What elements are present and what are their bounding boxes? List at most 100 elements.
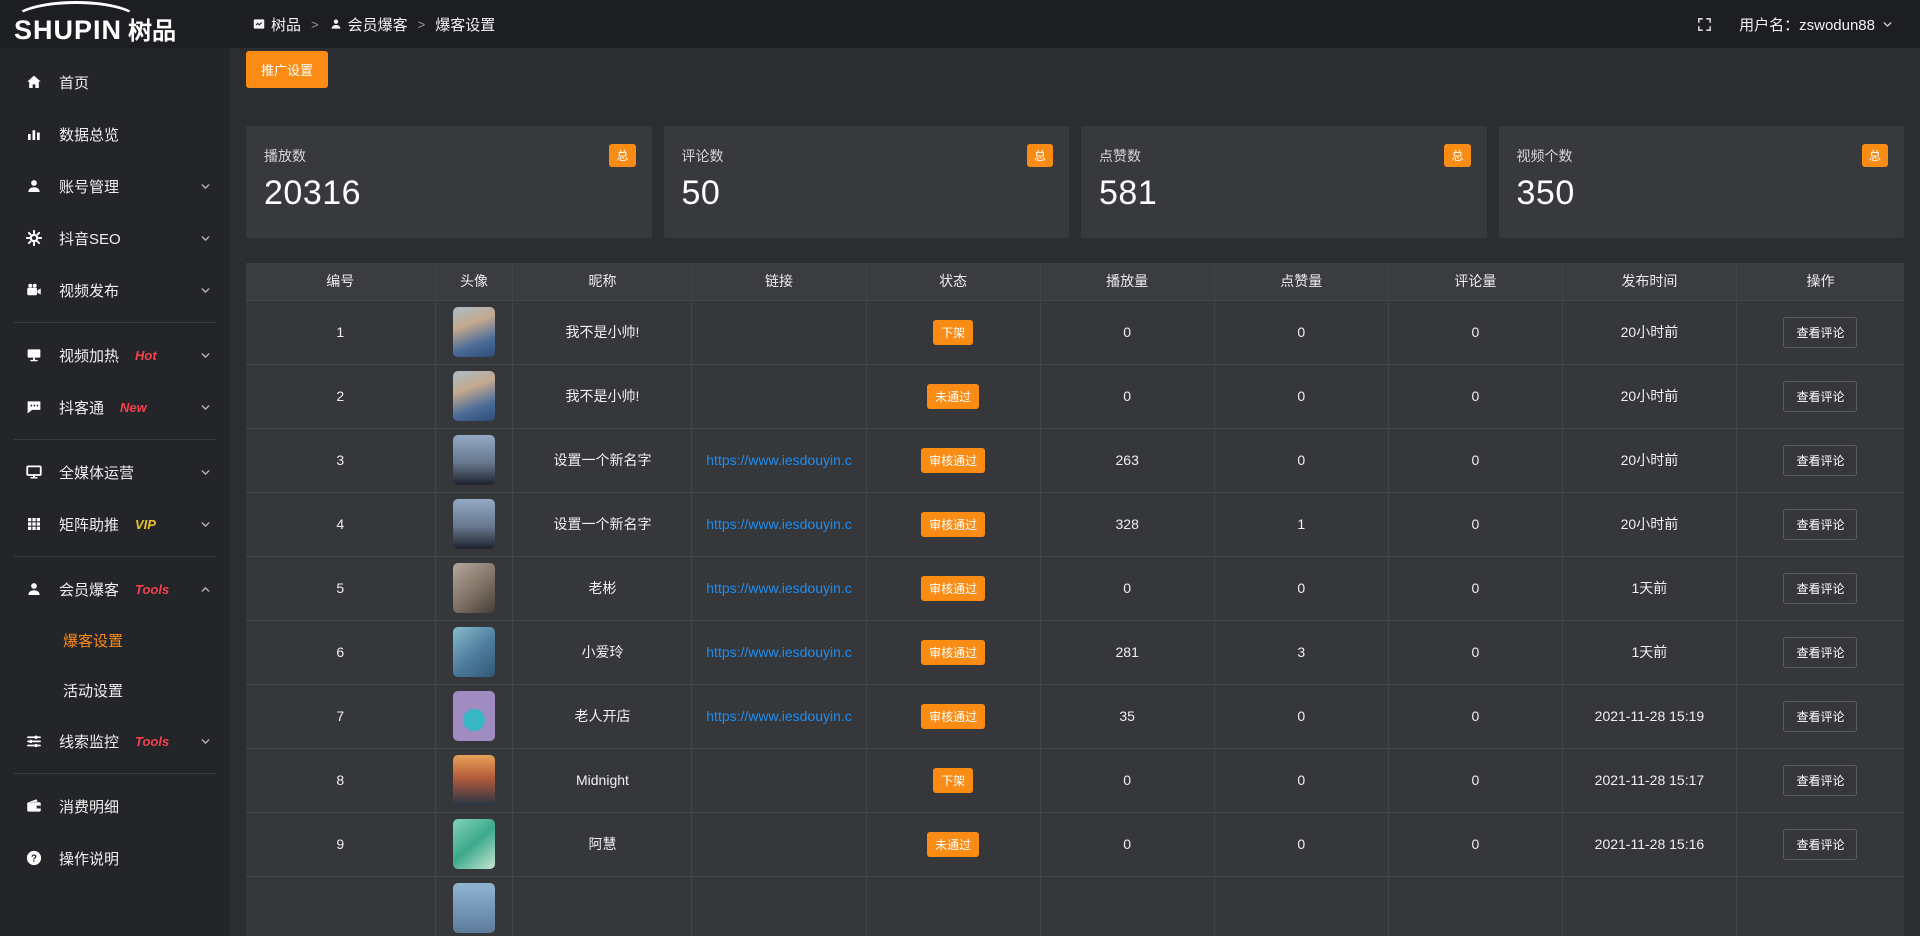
sidebar-item-会员爆客[interactable]: 会员爆客Tools	[0, 563, 230, 615]
video-link[interactable]: https://www.iesdouyin.c	[706, 516, 852, 532]
chevron-down-icon	[199, 518, 212, 531]
status-badge: 下架	[933, 768, 973, 793]
cell-nickname: 我不是小帅!	[513, 364, 692, 428]
cell-comments: 0	[1388, 748, 1562, 812]
sidebar-item-首页[interactable]: 首页	[0, 56, 230, 108]
cell-time: 2021-11-28 15:16	[1562, 812, 1736, 876]
cell-action: 查看评论	[1736, 556, 1904, 620]
sidebar-item-视频发布[interactable]: 视频发布	[0, 264, 230, 316]
sidebar-divider	[14, 439, 216, 440]
status-badge: 审核通过	[921, 448, 985, 473]
stats-row: 播放数总20316评论数总50点赞数总581视频个数总350	[246, 126, 1904, 238]
breadcrumb-item[interactable]: 会员爆客	[329, 14, 408, 35]
cell-id: 8	[246, 748, 435, 812]
promo-settings-button[interactable]: 推广设置	[246, 51, 328, 88]
member-icon	[24, 580, 44, 598]
fullscreen-icon[interactable]	[1696, 16, 1713, 33]
cell-comments: 0	[1388, 364, 1562, 428]
video-camera-icon	[24, 281, 44, 299]
sidebar-divider	[14, 322, 216, 323]
stat-card-视频个数: 视频个数总350	[1499, 126, 1905, 238]
view-comments-button[interactable]: 查看评论	[1783, 829, 1857, 860]
video-link[interactable]: https://www.iesdouyin.c	[706, 580, 852, 596]
sidebar-item-视频加热[interactable]: 视频加热Hot	[0, 329, 230, 381]
cell-id: 5	[246, 556, 435, 620]
chevron-down-icon	[199, 284, 212, 297]
sidebar-item-数据总览[interactable]: 数据总览	[0, 108, 230, 160]
cell-action: 查看评论	[1736, 492, 1904, 556]
view-comments-button[interactable]: 查看评论	[1783, 317, 1857, 348]
status-badge: 未通过	[927, 384, 979, 409]
video-link[interactable]: https://www.iesdouyin.c	[706, 452, 852, 468]
avatar	[453, 563, 495, 613]
sidebar-divider	[14, 773, 216, 774]
sidebar-subitem-活动设置[interactable]: 活动设置	[0, 665, 230, 715]
view-comments-button[interactable]: 查看评论	[1783, 637, 1857, 668]
cell-plays: 0	[1040, 556, 1214, 620]
sidebar-item-线索监控[interactable]: 线索监控Tools	[0, 715, 230, 767]
table-row: 3设置一个新名字https://www.iesdouyin.c审核通过26300…	[246, 428, 1904, 492]
cell-status: 审核通过	[866, 620, 1040, 684]
chevron-down-icon	[199, 401, 212, 414]
stat-total-badge: 总	[609, 144, 635, 167]
breadcrumb-label: 爆客设置	[435, 14, 495, 35]
cell-time: 20小时前	[1562, 428, 1736, 492]
view-comments-button[interactable]: 查看评论	[1783, 701, 1857, 732]
breadcrumb-item[interactable]: 爆客设置	[435, 14, 495, 35]
username-label: 用户名：zswodun88	[1739, 14, 1875, 35]
user-menu[interactable]: 用户名：zswodun88	[1739, 14, 1894, 35]
cell-nickname: 设置一个新名字	[513, 428, 692, 492]
cell-id: 7	[246, 684, 435, 748]
table-row: 1我不是小帅!下架00020小时前查看评论	[246, 300, 1904, 364]
status-badge: 审核通过	[921, 704, 985, 729]
cell-time: 2021-11-28 15:19	[1562, 684, 1736, 748]
video-link[interactable]: https://www.iesdouyin.c	[706, 644, 852, 660]
table-wrap: 编号头像昵称链接状态播放量点赞量评论量发布时间操作1我不是小帅!下架00020小…	[246, 263, 1904, 936]
sidebar-item-消费明细[interactable]: 消费明细	[0, 780, 230, 832]
sidebar-item-操作说明[interactable]: ?操作说明	[0, 832, 230, 884]
cell-link	[692, 812, 866, 876]
breadcrumb: 树品>会员爆客>爆客设置	[252, 14, 495, 35]
sidebar-item-抖音SEO[interactable]: 抖音SEO	[0, 212, 230, 264]
view-comments-button[interactable]: 查看评论	[1783, 381, 1857, 412]
avatar	[453, 883, 495, 933]
breadcrumb-label: 树品	[271, 14, 301, 35]
cell-nickname: 老人开店	[513, 684, 692, 748]
status-badge: 未通过	[927, 832, 979, 857]
sidebar-item-全媒体运营[interactable]: 全媒体运营	[0, 446, 230, 498]
breadcrumb-label: 会员爆客	[348, 14, 408, 35]
sidebar-item-矩阵助推[interactable]: 矩阵助推VIP	[0, 498, 230, 550]
view-comments-button[interactable]: 查看评论	[1783, 573, 1857, 604]
avatar	[453, 371, 495, 421]
screen-icon	[24, 346, 44, 364]
view-comments-button[interactable]: 查看评论	[1783, 509, 1857, 540]
view-comments-button[interactable]: 查看评论	[1783, 445, 1857, 476]
sidebar-item-抖客通[interactable]: 抖客通New	[0, 381, 230, 433]
sidebar-divider	[14, 556, 216, 557]
sidebar-item-账号管理[interactable]: 账号管理	[0, 160, 230, 212]
column-header-链接: 链接	[692, 263, 866, 300]
sidebar-item-label: 全媒体运营	[59, 462, 134, 483]
sidebar-item-tag: Tools	[135, 582, 169, 597]
stat-label: 评论数	[682, 146, 1052, 166]
grid-icon	[24, 515, 44, 533]
breadcrumb-item[interactable]: 树品	[252, 14, 301, 35]
person-icon	[329, 17, 343, 31]
cell-time: 1天前	[1562, 556, 1736, 620]
cell-action: 查看评论	[1736, 620, 1904, 684]
sidebar-subitem-爆客设置[interactable]: 爆客设置	[0, 615, 230, 665]
chevron-down-icon	[199, 349, 212, 362]
view-comments-button[interactable]: 查看评论	[1783, 765, 1857, 796]
video-link[interactable]: https://www.iesdouyin.c	[706, 708, 852, 724]
cell-action: 查看评论	[1736, 428, 1904, 492]
column-header-评论量: 评论量	[1388, 263, 1562, 300]
cell-status: 审核通过	[866, 556, 1040, 620]
avatar	[453, 627, 495, 677]
cell-plays: 0	[1040, 364, 1214, 428]
stat-value: 350	[1517, 174, 1887, 213]
status-badge: 审核通过	[921, 576, 985, 601]
cell-nickname: 小爱玲	[513, 620, 692, 684]
sidebar-item-label: 数据总览	[59, 124, 119, 145]
cell-comments: 0	[1388, 556, 1562, 620]
sidebar-item-tag: Tools	[135, 734, 169, 749]
